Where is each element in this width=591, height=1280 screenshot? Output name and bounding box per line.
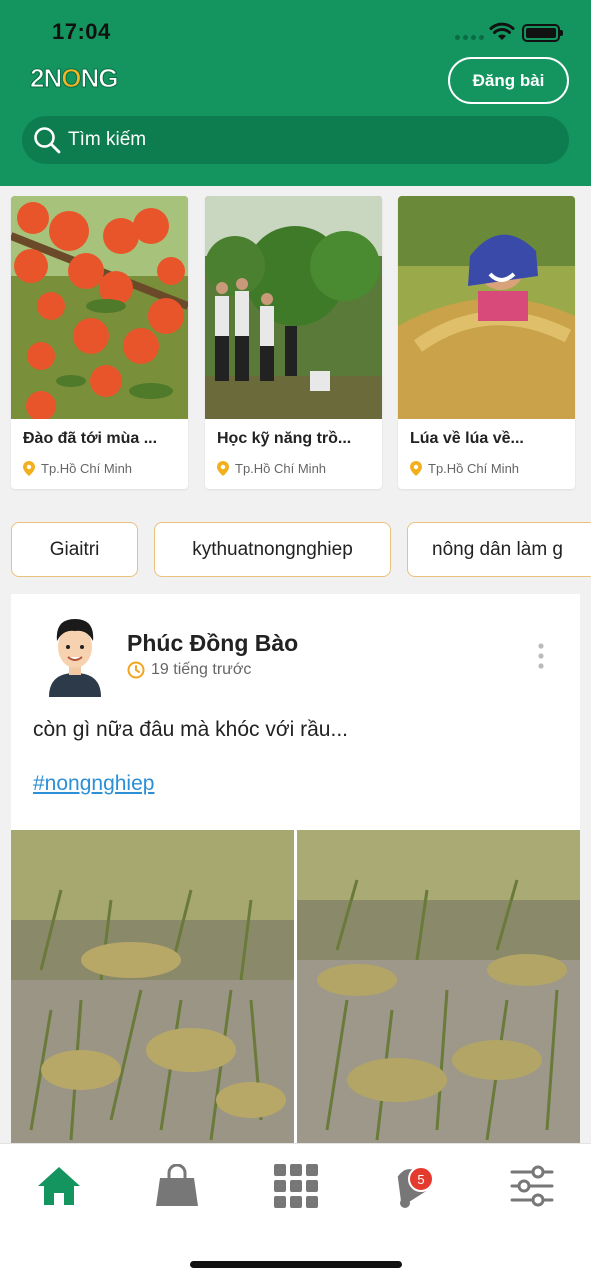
status-time: 17:04 [52, 19, 111, 44]
location-pin-icon [23, 461, 35, 476]
search-placeholder: Tìm kiếm [68, 129, 147, 150]
home-icon [38, 1167, 80, 1205]
rice-harvest-girl-photo [398, 196, 575, 419]
clock-icon [127, 661, 145, 679]
post-author[interactable]: Phúc Đồng Bào [127, 630, 298, 657]
featured-card[interactable]: Lúa về lúa về... Tp.Hồ Chí Minh [398, 196, 575, 489]
shopping-bag-icon [156, 1164, 198, 1206]
status-bar: 17:04 [0, 0, 591, 60]
avatar[interactable] [41, 611, 109, 697]
featured-cards: Đào đã tới mùa ... Tp.Hồ Chí Minh Học kỹ… [0, 196, 591, 490]
grid-icon [274, 1164, 318, 1208]
search-input[interactable]: Tìm kiếm [22, 116, 569, 164]
wifi-icon [489, 22, 515, 40]
app-logo[interactable]: 2NONG [29, 60, 118, 96]
bottom-tab-bar: 5 [0, 1143, 591, 1280]
tab-home[interactable] [35, 1162, 83, 1210]
flooded-rice-field-photo-1[interactable] [11, 830, 294, 1154]
peach-tree-photo [11, 196, 188, 419]
post-button[interactable]: Đăng bài [448, 57, 569, 104]
card-title: Lúa về lúa về... [410, 430, 524, 447]
hashtag-chips: Giaitri kythuatnongnghiep nông dân làm g [11, 522, 591, 578]
farmers-orchard-photo [205, 196, 382, 419]
tag-chip[interactable]: kythuatnongnghiep [154, 522, 391, 577]
card-location: Tp.Hồ Chí Minh [217, 461, 326, 476]
post-photos [11, 830, 580, 1154]
location-pin-icon [217, 461, 229, 476]
post-text: còn gì nữa đâu mà khóc với rầu... [33, 718, 348, 741]
post-hashtag-link[interactable]: #nongnghiep [33, 772, 154, 796]
signal-icon [455, 35, 484, 40]
post-card: Phúc Đồng Bào 19 tiếng trước còn gì nữa … [11, 594, 580, 1154]
location-pin-icon [410, 461, 422, 476]
post-time: 19 tiếng trước [127, 661, 251, 679]
card-title: Đào đã tới mùa ... [23, 430, 158, 447]
notification-badge: 5 [408, 1166, 434, 1192]
tag-chip[interactable]: Giaitri [11, 522, 138, 577]
featured-card[interactable]: Đào đã tới mùa ... Tp.Hồ Chí Minh [11, 196, 188, 489]
more-options-icon[interactable] [537, 642, 545, 670]
tab-shop[interactable] [153, 1162, 201, 1210]
tab-settings[interactable] [508, 1162, 556, 1210]
battery-icon [522, 24, 563, 42]
flooded-rice-field-photo-2[interactable] [297, 830, 580, 1154]
featured-card[interactable]: Học kỹ năng trồ... Tp.Hồ Chí Minh [205, 196, 382, 489]
app-header: 17:04 2NONG Đăng bài Tìm kiếm [0, 0, 591, 186]
card-location: Tp.Hồ Chí Minh [23, 461, 132, 476]
tab-categories[interactable] [272, 1162, 320, 1210]
tag-chip[interactable]: nông dân làm g [407, 522, 591, 577]
home-indicator [190, 1261, 402, 1268]
card-location: Tp.Hồ Chí Minh [410, 461, 519, 476]
search-icon [34, 127, 61, 154]
settings-sliders-icon [510, 1165, 554, 1207]
card-title: Học kỹ năng trồ... [217, 430, 352, 447]
